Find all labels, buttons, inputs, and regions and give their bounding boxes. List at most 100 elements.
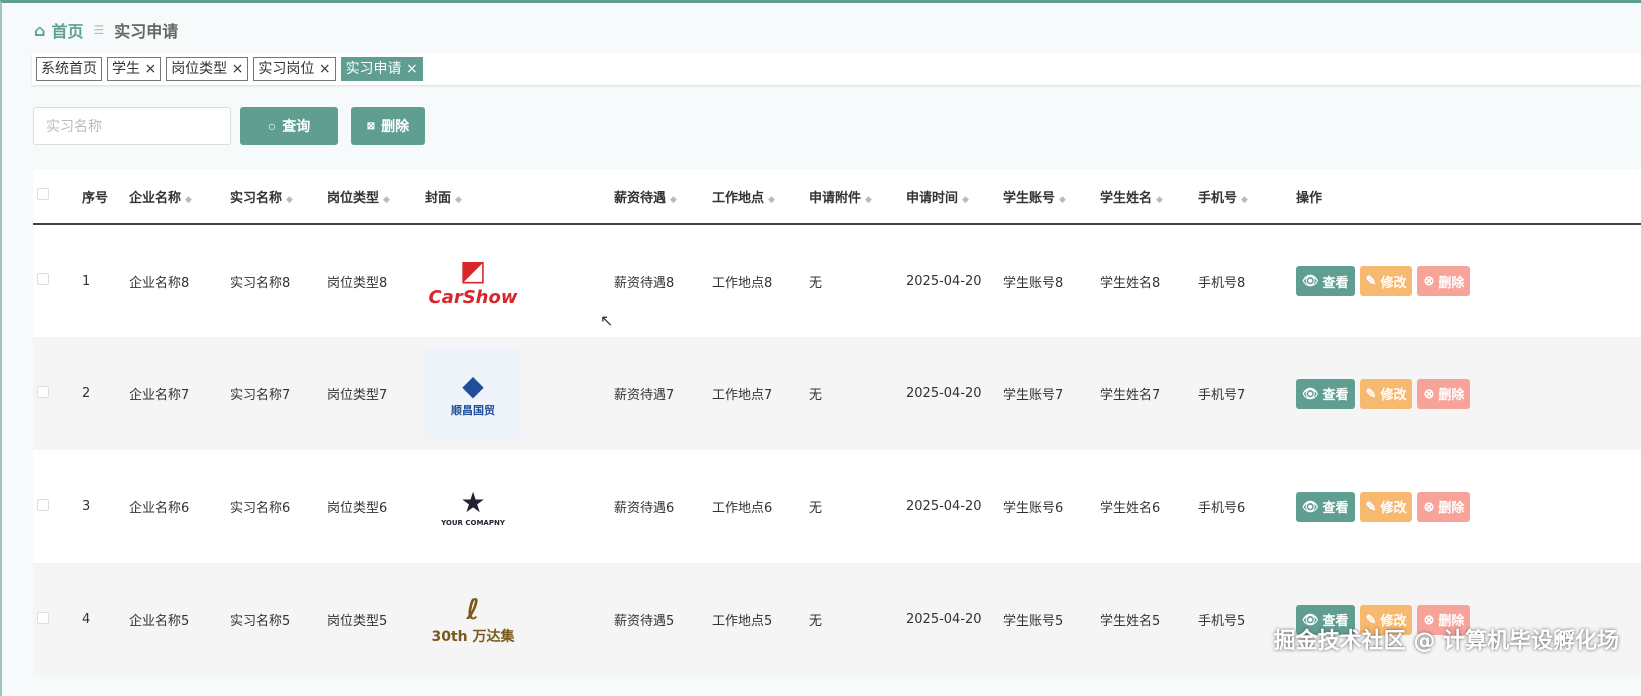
cell-time: 2025-04-20 — [906, 499, 982, 514]
col-header[interactable]: 封面 ◆ — [421, 169, 610, 225]
select-all-checkbox[interactable] — [37, 188, 49, 200]
cell-place: 工作地点7 — [708, 337, 805, 450]
col-header[interactable]: 实习名称 ◆ — [226, 169, 323, 225]
table-row: 1 企业名称8 实习名称8 岗位类型8 ◩ CarShow 薪资待遇8 工作地点8… — [33, 224, 1641, 337]
breadcrumb-separator: ☰ — [93, 23, 105, 37]
breadcrumb-home[interactable]: 首页 — [51, 18, 83, 42]
cell-student: 学生姓名5 — [1096, 563, 1194, 676]
col-header[interactable]: 工作地点 ◆ — [708, 169, 805, 225]
row-checkbox[interactable] — [37, 611, 49, 624]
edit-button[interactable]: ✎ 修改 — [1359, 266, 1413, 296]
col-header: 操作 — [1292, 169, 1641, 225]
col-header[interactable]: 学生姓名 ◆ — [1096, 169, 1194, 225]
sort-icon: ◆ — [962, 194, 969, 205]
cell-account: 学生账号7 — [999, 337, 1096, 450]
cell-company: 企业名称8 — [129, 275, 190, 291]
sort-icon: ◆ — [865, 194, 872, 205]
eye-icon: 👁 — [1302, 385, 1319, 401]
table-header: 序号 企业名称 ◆ 实习名称 ◆ 岗位类型 ◆ 封面 ◆ 薪资待遇 ◆ 工作地点 ◆ 申请附… — [33, 169, 1641, 225]
col-header[interactable]: 申请时间 ◆ — [902, 169, 999, 225]
cell-name: 实习名称6 — [230, 501, 291, 516]
cell-type: 岗位类型5 — [323, 563, 421, 676]
cell-attachment: 无 — [805, 563, 902, 676]
cell-phone: 手机号5 — [1194, 563, 1292, 676]
logo-icon: ◩ — [459, 254, 487, 287]
cell-salary: 薪资待遇7 — [610, 337, 708, 450]
logo-text: YOUR COMAPNY — [441, 519, 505, 527]
home-icon: ⌂ — [34, 20, 46, 40]
edit-button[interactable]: ✎ 修改 — [1359, 378, 1413, 409]
logo-text: 顺昌国贸 — [451, 404, 495, 417]
delete-icon: ⊗ — [1423, 498, 1435, 514]
delete-button[interactable]: ⊗ 删除 — [1417, 378, 1471, 409]
cell-place: 工作地点6 — [712, 501, 773, 516]
col-header: 序号 — [78, 169, 125, 225]
data-table: 序号 企业名称 ◆ 实习名称 ◆ 岗位类型 ◆ 封面 ◆ 薪资待遇 ◆ 工作地点 ◆ 申请附… — [33, 169, 1641, 676]
cell-name: 实习名称5 — [226, 563, 323, 676]
cell-time: 2025-04-20 — [906, 273, 982, 289]
breadcrumb-current: 实习申请 — [114, 22, 179, 41]
row-checkbox[interactable] — [37, 273, 49, 285]
row-checkbox[interactable] — [37, 498, 49, 511]
delete-button[interactable]: ⊗ 删除 — [1417, 491, 1471, 522]
cell-phone: 手机号7 — [1194, 337, 1292, 450]
tab-post-type[interactable]: 岗位类型 × — [166, 57, 249, 81]
cell-name: 实习名称8 — [230, 275, 291, 291]
eye-icon: 👁 — [1302, 273, 1319, 288]
view-button[interactable]: 👁 查看 — [1296, 491, 1355, 522]
delete-icon: ⊗ — [1423, 273, 1435, 288]
cell-no: 4 — [78, 563, 125, 676]
cell-salary: 薪资待遇8 — [614, 275, 675, 291]
col-header[interactable]: 岗位类型 ◆ — [323, 169, 421, 225]
cell-phone: 手机号6 — [1198, 501, 1246, 516]
cover-image: ℓ 30th 万达集 — [425, 574, 521, 666]
logo-icon: ◆ — [462, 369, 484, 402]
cell-company: 企业名称5 — [125, 563, 226, 676]
tab-internship-apply[interactable]: 实习申请 × — [340, 57, 423, 81]
cell-company: 企业名称6 — [129, 501, 190, 516]
search-input[interactable] — [33, 107, 231, 145]
view-button[interactable]: 👁 查看 — [1296, 378, 1355, 409]
col-header[interactable]: 企业名称 ◆ — [125, 169, 226, 225]
cell-student: 学生姓名8 — [1100, 275, 1161, 291]
cell-student: 学生姓名6 — [1100, 501, 1161, 516]
cell-place: 工作地点8 — [712, 275, 773, 291]
delete-label: 删除 — [381, 118, 410, 134]
delete-icon: ⊠ — [366, 120, 376, 132]
edit-icon: ✎ — [1365, 498, 1377, 514]
table-row: 3 企业名称6 实习名称6 岗位类型6 ★ YOUR COMAPNY 薪资待遇6 … — [33, 450, 1641, 563]
query-label: 查询 — [282, 118, 311, 134]
table-row: 4 企业名称5 实习名称5 岗位类型5 ℓ 30th 万达集 薪资待遇5 工作地点… — [33, 563, 1641, 676]
cell-place: 工作地点5 — [708, 563, 805, 676]
tab-internship-post[interactable]: 实习岗位 × — [253, 57, 336, 81]
delete-button[interactable]: ⊗ 删除 — [1417, 266, 1471, 296]
tab-home[interactable]: 系统首页 — [36, 57, 102, 81]
cell-type: 岗位类型7 — [323, 337, 421, 450]
sort-icon: ◆ — [383, 194, 390, 205]
sort-icon: ◆ — [185, 194, 192, 205]
mouse-cursor-icon: ↖ — [600, 311, 614, 330]
logo-text: 30th 万达集 — [431, 629, 515, 645]
cell-attachment: 无 — [805, 337, 902, 450]
col-header[interactable]: 薪资待遇 ◆ — [610, 169, 708, 225]
col-header[interactable]: 申请附件 ◆ — [805, 169, 902, 225]
cell-student: 学生姓名7 — [1096, 337, 1194, 450]
cell-no: 3 — [82, 499, 91, 514]
sort-icon: ◆ — [768, 194, 775, 205]
view-button[interactable]: 👁 查看 — [1296, 266, 1355, 296]
tab-bar: 系统首页 学生 × 岗位类型 × 实习岗位 × 实习申请 × — [32, 53, 1641, 85]
tab-student[interactable]: 学生 × — [107, 57, 162, 81]
batch-delete-button[interactable]: ⊠ 删除 — [351, 107, 425, 145]
search-icon: ○ — [267, 118, 277, 134]
col-header[interactable]: 手机号 ◆ — [1194, 169, 1292, 225]
query-button[interactable]: ○ 查询 — [240, 107, 338, 145]
cell-account: 学生账号5 — [999, 563, 1096, 676]
cell-attachment: 无 — [809, 501, 823, 516]
col-header[interactable]: 学生账号 ◆ — [999, 169, 1096, 225]
sort-icon: ◆ — [1059, 194, 1066, 205]
cover-image: ◩ CarShow — [425, 235, 521, 327]
sort-icon: ◆ — [670, 194, 677, 205]
edit-button[interactable]: ✎ 修改 — [1359, 491, 1413, 522]
cell-type: 岗位类型6 — [327, 501, 388, 516]
row-checkbox[interactable] — [37, 385, 49, 398]
